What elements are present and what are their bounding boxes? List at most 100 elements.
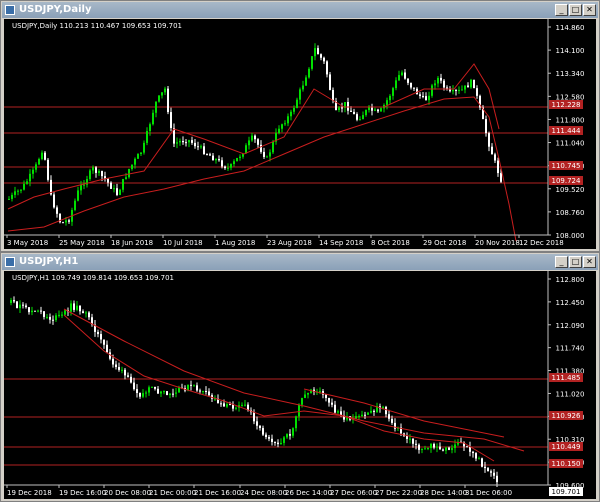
- candle-body: [164, 88, 166, 93]
- candle-body: [347, 102, 349, 111]
- candle-body: [74, 200, 76, 210]
- candle-body: [392, 88, 394, 96]
- candle-body: [431, 85, 433, 96]
- candle-body: [236, 157, 238, 162]
- candle-body: [136, 389, 138, 393]
- candle-body: [355, 416, 357, 419]
- candle-body: [55, 315, 57, 321]
- date-tick-label: 21 Dec 16:00: [194, 489, 241, 497]
- price-tick-label: 112.450: [556, 299, 585, 307]
- maximize-button[interactable]: □: [569, 4, 582, 16]
- candle-body: [452, 90, 454, 92]
- candle-body: [500, 173, 502, 182]
- candle-body: [410, 82, 412, 88]
- candle-body: [202, 390, 204, 392]
- candlestick-chart-daily[interactable]: 114.860114.100113.340112.580111.800111.0…: [4, 19, 596, 249]
- candle-body: [389, 95, 391, 101]
- candle-body: [179, 140, 181, 143]
- maximize-button[interactable]: □: [569, 256, 582, 268]
- candle-body: [364, 414, 366, 416]
- candle-body: [149, 124, 151, 132]
- candle-body: [32, 169, 34, 174]
- candle-body: [107, 178, 109, 183]
- candle-body: [251, 135, 253, 141]
- candle-body: [169, 393, 171, 395]
- minimize-button[interactable]: _: [555, 4, 568, 16]
- chart-area-h1[interactable]: 112.800 112.450 112.090 111.740 111.380 111.0…: [4, 271, 596, 499]
- candle-body: [307, 392, 309, 395]
- minimize-button[interactable]: _: [555, 256, 568, 268]
- candle-body: [488, 133, 490, 147]
- candle-body: [437, 77, 439, 84]
- candle-body: [323, 57, 325, 62]
- candle-body: [451, 448, 453, 450]
- candle-body: [206, 154, 208, 156]
- candle-body: [476, 88, 478, 96]
- candle-body: [439, 446, 441, 450]
- candle-body: [196, 385, 198, 391]
- candle-body: [365, 109, 367, 116]
- candle-body: [230, 164, 232, 168]
- candlestick-chart-h1[interactable]: 112.800112.450112.090111.740111.380111.0…: [4, 271, 596, 499]
- price-label: 110.150: [552, 460, 581, 468]
- candle-body: [80, 184, 82, 191]
- candle-body: [113, 188, 115, 190]
- close-button[interactable]: ✕: [583, 256, 596, 268]
- candle-body: [428, 95, 430, 101]
- candle-body: [256, 421, 258, 426]
- chart-area-daily[interactable]: 114.860 114.100 113.340 112.580 111.800 111.0…: [4, 19, 596, 249]
- candle-body: [31, 310, 33, 313]
- candle-body: [47, 159, 49, 180]
- chart-window-daily[interactable]: USDJPY,Daily _ □ ✕ 114.860 114.100 113.340…: [0, 0, 600, 252]
- candle-body: [401, 72, 403, 76]
- candle-body: [224, 166, 226, 169]
- candle-body: [124, 369, 126, 376]
- window-title-h1: USDJPY,H1: [19, 256, 79, 267]
- candle-body: [260, 144, 262, 152]
- candle-body: [128, 168, 130, 178]
- candle-body: [317, 48, 319, 55]
- candle-body: [116, 188, 118, 195]
- candle-body: [8, 198, 10, 200]
- candle-body: [208, 391, 210, 396]
- candle-body: [68, 220, 70, 222]
- chart-window-icon: [5, 257, 15, 267]
- window-titlebar-h1[interactable]: USDJPY,H1 _ □ ✕: [2, 254, 598, 270]
- window-titlebar-daily[interactable]: USDJPY,Daily _ □ ✕: [2, 2, 598, 18]
- candle-body: [320, 54, 322, 58]
- candle-body: [331, 402, 333, 405]
- candle-body: [277, 442, 279, 445]
- candle-body: [490, 471, 492, 473]
- candle-body: [137, 153, 139, 159]
- candle-body: [274, 441, 276, 443]
- candle-body: [491, 146, 493, 155]
- chart-window-h1[interactable]: USDJPY,H1 _ □ ✕ 112.800 112.450 112.090 111…: [0, 252, 600, 502]
- candle-body: [341, 107, 343, 109]
- candle-body: [155, 101, 157, 113]
- candle-body: [422, 95, 424, 97]
- price-label: 112.228: [552, 101, 581, 109]
- date-tick-label: 29 Oct 2018: [423, 239, 466, 247]
- date-tick-label: 12 Dec 2018: [519, 239, 564, 247]
- candle-body: [284, 123, 286, 125]
- date-tick-label: 31 Dec 06:00: [465, 489, 512, 497]
- close-button[interactable]: ✕: [583, 4, 596, 16]
- candle-body: [110, 182, 112, 189]
- candle-body: [334, 404, 336, 413]
- candle-body: [287, 116, 289, 124]
- candle-body: [464, 85, 466, 90]
- candle-body: [266, 156, 268, 158]
- candle-body: [337, 411, 339, 413]
- candle-body: [218, 159, 220, 161]
- candle-body: [161, 92, 163, 96]
- candle-body: [143, 142, 145, 153]
- candle-body: [442, 449, 444, 451]
- candle-body: [11, 194, 13, 199]
- chart-header-h1: USDJPY,H1 109.749 109.814 109.653 109.70…: [12, 274, 174, 282]
- candle-body: [203, 146, 205, 155]
- candle-body: [193, 385, 195, 387]
- candle-body: [101, 171, 103, 177]
- candle-body: [475, 453, 477, 459]
- date-tick-label: 28 Dec 14:00: [420, 489, 467, 497]
- date-tick-label: 24 Dec 08:00: [240, 489, 287, 497]
